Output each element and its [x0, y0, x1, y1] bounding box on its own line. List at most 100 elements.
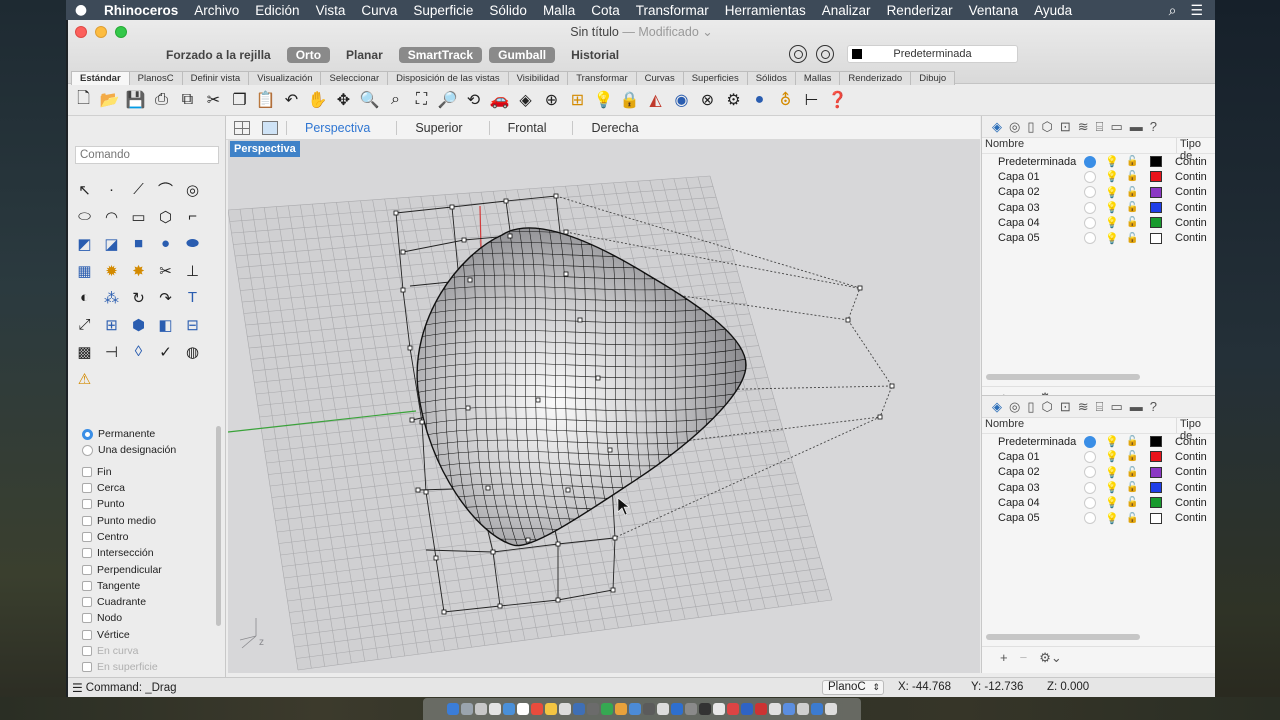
- materials-tab-icon[interactable]: ≋: [1078, 119, 1089, 135]
- document-tab-icon[interactable]: ▯: [1027, 399, 1034, 415]
- viewport-canvas[interactable]: z: [228, 140, 980, 673]
- notification-center-icon[interactable]: ☰: [1190, 2, 1203, 19]
- menu-item-2[interactable]: Vista: [308, 3, 354, 18]
- dock-app-icon[interactable]: [489, 703, 501, 715]
- help-tab-icon[interactable]: ?: [1150, 399, 1157, 414]
- toolbar-tab-7[interactable]: Transformar: [568, 71, 637, 86]
- layer-linetype[interactable]: Contin: [1175, 451, 1207, 463]
- dock-app-icon[interactable]: [503, 703, 515, 715]
- panel-tab-icon[interactable]: ▭: [1110, 119, 1122, 135]
- lock-icon[interactable]: 🔓: [1126, 202, 1138, 213]
- radio-button[interactable]: [82, 444, 93, 456]
- layer-name[interactable]: Predeterminada: [982, 436, 1084, 448]
- checkbox[interactable]: [82, 662, 92, 673]
- layers-horizontal-scrollbar-2[interactable]: [986, 634, 1140, 640]
- cplane-selector[interactable]: PlanoC ⇕: [822, 680, 884, 695]
- lock-icon[interactable]: 🔓: [1126, 171, 1138, 182]
- ellipse-icon[interactable]: ⬭: [71, 203, 98, 230]
- dimension-tool-icon[interactable]: ⊣: [98, 338, 125, 365]
- menu-item-5[interactable]: Sólido: [481, 3, 535, 18]
- menu-app-name[interactable]: Rhinoceros: [96, 3, 186, 18]
- display-tab-icon[interactable]: ▬: [1130, 119, 1143, 134]
- osnap-mode-option-0[interactable]: Permanente: [82, 426, 176, 442]
- osnap-option-12[interactable]: En superficie: [82, 659, 176, 675]
- toolbar-tab-12[interactable]: Renderizado: [840, 71, 912, 86]
- cylinder-icon[interactable]: ⬬: [179, 230, 206, 257]
- arc-icon[interactable]: ◠: [98, 203, 125, 230]
- layer-linetype[interactable]: Contin: [1175, 482, 1207, 494]
- toolbar-tab-5[interactable]: Disposición de las vistas: [388, 71, 509, 86]
- layer-row[interactable]: Capa 03 💡 🔓 Contin: [982, 200, 1215, 215]
- rotate-icon[interactable]: ↻: [125, 284, 152, 311]
- color-wheel-icon[interactable]: ◉: [670, 89, 693, 112]
- layer-row[interactable]: Capa 04 💡 🔓 Contin: [982, 215, 1215, 230]
- checkbox[interactable]: [82, 531, 92, 542]
- layers-tab-icon[interactable]: ◈: [992, 399, 1002, 415]
- polygon-icon[interactable]: ⬡: [152, 203, 179, 230]
- polyline-icon[interactable]: ⟋: [125, 176, 152, 203]
- zoom-all-icon[interactable]: ⟲: [462, 89, 485, 112]
- display-tab-icon[interactable]: ▬: [1130, 399, 1143, 414]
- current-layer-radio[interactable]: [1084, 466, 1096, 479]
- light-bulb-icon[interactable]: 💡: [1105, 481, 1119, 494]
- lock-icon[interactable]: 🔓: [1126, 482, 1138, 493]
- mode-toggle-2[interactable]: Planar: [337, 47, 392, 63]
- toolbar-tab-13[interactable]: Dibujo: [911, 71, 956, 86]
- dock-app-icon[interactable]: [727, 703, 739, 715]
- light-bulb-icon[interactable]: 💡: [1105, 186, 1119, 199]
- layer-row[interactable]: Capa 01 💡 🔓 Contin: [982, 169, 1215, 184]
- osnap-option-9[interactable]: Nodo: [82, 610, 176, 626]
- layer-name[interactable]: Capa 03: [982, 202, 1084, 214]
- layer-name[interactable]: Capa 02: [982, 466, 1084, 478]
- osnap-scrollbar[interactable]: [216, 426, 221, 626]
- lock-icon[interactable]: 🔓: [1126, 467, 1138, 478]
- layer-row[interactable]: Capa 05 💡 🔓 Contin: [982, 230, 1215, 245]
- array-grid-icon[interactable]: ▩: [71, 338, 98, 365]
- menu-item-8[interactable]: Transformar: [628, 3, 717, 18]
- box-edit-icon[interactable]: ⬢: [125, 311, 152, 338]
- lock-icon[interactable]: 🔒: [618, 89, 641, 112]
- layer-linetype[interactable]: Contin: [1175, 217, 1207, 229]
- light-bulb-icon[interactable]: 💡: [592, 89, 615, 112]
- checkbox[interactable]: [82, 646, 92, 656]
- grid-plane-icon[interactable]: ◈: [514, 89, 537, 112]
- spotlight-search-icon[interactable]: ⌕: [1169, 2, 1177, 19]
- layer-linetype[interactable]: Contin: [1175, 156, 1207, 168]
- title-chevron-icon[interactable]: ⌄: [702, 25, 712, 39]
- current-layer-selector[interactable]: Predeterminada: [847, 45, 1018, 63]
- current-layer-radio[interactable]: [1084, 216, 1096, 229]
- print-icon[interactable]: ⎙: [150, 89, 173, 112]
- lock-icon[interactable]: 🔓: [1126, 513, 1138, 524]
- render-tool-icon[interactable]: ◍: [179, 338, 206, 365]
- light-bulb-icon[interactable]: 💡: [1105, 216, 1119, 229]
- pan-hand-icon[interactable]: ✋: [306, 89, 329, 112]
- text-icon[interactable]: T: [179, 284, 206, 311]
- layer-row[interactable]: Predeterminada 💡 🔓 Contin: [982, 434, 1215, 449]
- layers-tab-icon[interactable]: ◈: [992, 119, 1002, 135]
- checkbox[interactable]: [82, 483, 92, 494]
- draft-angle-icon[interactable]: ⚠: [71, 365, 98, 392]
- dock-app-icon[interactable]: [559, 703, 571, 715]
- command-history-icon[interactable]: ☰: [72, 681, 83, 695]
- layer-row[interactable]: Capa 02 💡 🔓 Contin: [982, 185, 1215, 200]
- toolbar-tab-3[interactable]: Visualización: [249, 71, 322, 86]
- osnap-mode-option-1[interactable]: Una designación: [82, 442, 176, 458]
- wireframe-sphere-icon[interactable]: ⊗: [696, 89, 719, 112]
- split-icon[interactable]: ⊥: [179, 257, 206, 284]
- dock-app-icon[interactable]: [587, 703, 599, 715]
- mode-toggle-4[interactable]: Gumball: [489, 47, 556, 63]
- notes-tab-icon[interactable]: ⌸: [1096, 119, 1104, 135]
- document-tab-icon[interactable]: ▯: [1027, 119, 1034, 135]
- camera-tab-icon[interactable]: ⊡: [1060, 399, 1071, 415]
- osnap-option-6[interactable]: Perpendicular: [82, 561, 176, 577]
- checkbox[interactable]: [82, 580, 92, 591]
- paste-icon[interactable]: 📋: [254, 89, 277, 112]
- layer-color-swatch[interactable]: [1150, 512, 1162, 524]
- analyze-icon[interactable]: ◊: [125, 338, 152, 365]
- dock-app-icon[interactable]: [517, 703, 529, 715]
- render-sphere-icon[interactable]: ●: [748, 89, 771, 112]
- lock-icon[interactable]: 🔓: [1126, 156, 1138, 167]
- rotate-view-icon[interactable]: ✥: [332, 89, 355, 112]
- properties-tab-icon[interactable]: ◎: [1009, 399, 1020, 415]
- scale-icon[interactable]: ⤢: [71, 311, 98, 338]
